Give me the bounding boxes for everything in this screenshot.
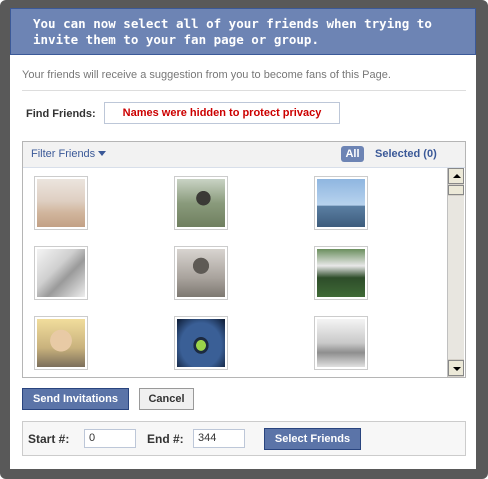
friend-photo-icon	[317, 179, 365, 227]
friends-grid	[23, 168, 446, 377]
header-line-2: invite them to your fan page or group.	[33, 32, 319, 47]
friend-photo-icon	[177, 179, 225, 227]
send-invitations-button[interactable]: Send Invitations	[22, 388, 129, 410]
tab-all[interactable]: All	[341, 146, 364, 162]
friends-toolbar: Filter Friends All Selected (0)	[23, 142, 465, 168]
friends-selector: Filter Friends All Selected (0)	[22, 141, 466, 378]
friend-thumbnail[interactable]	[174, 176, 228, 230]
invite-dialog: You can now select all of your friends w…	[10, 8, 476, 469]
friend-photo-icon	[37, 179, 85, 227]
scroll-thumb[interactable]	[448, 185, 464, 195]
friend-thumbnail[interactable]	[314, 176, 368, 230]
scroll-down-button[interactable]	[448, 360, 464, 376]
find-friends-input[interactable]: Names were hidden to protect privacy	[104, 102, 340, 124]
friend-photo-icon	[317, 319, 365, 367]
scroll-up-button[interactable]	[448, 168, 464, 184]
arrow-down-icon	[453, 367, 461, 371]
end-number-label: End #:	[147, 432, 184, 446]
friend-thumbnail[interactable]	[34, 246, 88, 300]
friend-thumbnail[interactable]	[174, 316, 228, 370]
friend-thumbnail[interactable]	[174, 246, 228, 300]
range-selector: Start #: 0 End #: 344 Select Friends	[22, 421, 466, 456]
dialog-header: You can now select all of your friends w…	[10, 8, 476, 55]
dialog-frame: You can now select all of your friends w…	[0, 0, 488, 479]
friend-thumbnail[interactable]	[34, 316, 88, 370]
friend-photo-icon	[37, 249, 85, 297]
friend-photo-icon	[177, 319, 225, 367]
friend-photo-icon	[317, 249, 365, 297]
select-friends-button[interactable]: Select Friends	[264, 428, 361, 450]
header-line-1: You can now select all of your friends w…	[33, 16, 432, 31]
chevron-down-icon	[98, 151, 107, 156]
find-friends-label: Find Friends:	[26, 108, 96, 120]
friend-thumbnail[interactable]	[34, 176, 88, 230]
filter-friends-label: Filter Friends	[31, 148, 96, 160]
friend-photo-icon	[37, 319, 85, 367]
start-number-label: Start #:	[28, 432, 70, 446]
filter-friends-dropdown[interactable]: Filter Friends	[31, 148, 107, 160]
start-number-input[interactable]: 0	[84, 429, 136, 448]
cancel-button[interactable]: Cancel	[139, 388, 194, 410]
friends-scrollbar[interactable]	[447, 168, 464, 377]
scroll-track[interactable]	[448, 196, 464, 359]
divider	[22, 90, 466, 91]
end-number-input[interactable]: 344	[193, 429, 245, 448]
friend-thumbnail[interactable]	[314, 246, 368, 300]
tab-selected[interactable]: Selected (0)	[375, 148, 437, 160]
friend-thumbnail[interactable]	[314, 316, 368, 370]
arrow-up-icon	[453, 174, 461, 178]
dialog-subtitle: Your friends will receive a suggestion f…	[22, 69, 391, 81]
friend-photo-icon	[177, 249, 225, 297]
